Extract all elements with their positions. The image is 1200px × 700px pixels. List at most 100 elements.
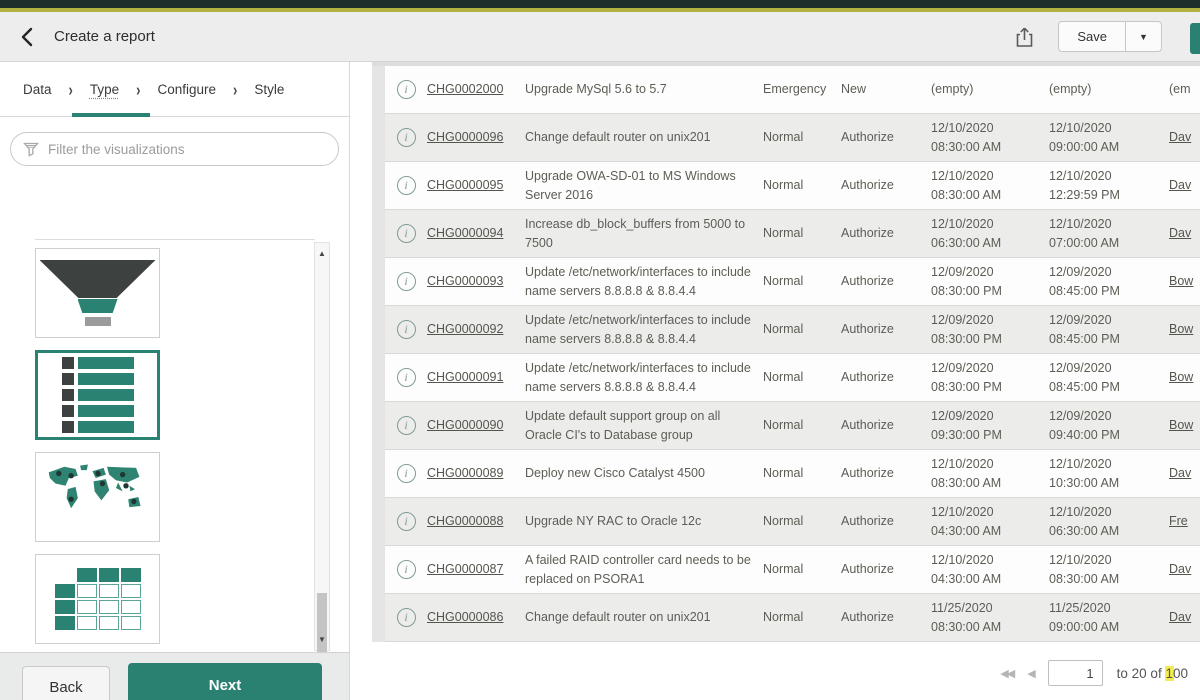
assigned-to-link[interactable]: Dav (1169, 562, 1191, 576)
state: Authorize (841, 508, 931, 534)
clipped-edge-button[interactable] (1190, 23, 1200, 54)
save-caret-button[interactable]: ▼ (1125, 22, 1161, 51)
planned-end-date: 12/09/2020 09:40:00 PM (1049, 403, 1169, 447)
save-button[interactable]: Save (1059, 22, 1125, 51)
breadcrumb: Data › Type › Configure › Style (0, 62, 349, 117)
viz-type-map[interactable] (35, 452, 160, 542)
info-cell: i (385, 320, 427, 339)
change-number-link[interactable]: CHG0000087 (427, 562, 503, 576)
priority: Emergency (763, 76, 841, 102)
change-number-link[interactable]: CHG0000096 (427, 130, 503, 144)
page-number-input[interactable] (1048, 660, 1103, 686)
change-number-link[interactable]: CHG0000088 (427, 514, 503, 528)
number-cell: CHG0002000 (427, 76, 525, 102)
info-cell: i (385, 80, 427, 99)
breadcrumb-style[interactable]: Style (254, 82, 284, 97)
assigned-to-link[interactable]: Dav (1169, 178, 1191, 192)
assigned-to-cell: Dav (1169, 220, 1200, 246)
list-divider (35, 239, 315, 240)
info-icon[interactable]: i (397, 464, 416, 483)
assigned-to-link[interactable]: Dav (1169, 610, 1191, 624)
viz-type-funnel[interactable] (35, 248, 160, 338)
back-nav-button[interactable] (20, 27, 34, 47)
priority: Normal (763, 220, 841, 246)
filter-visualizations-input[interactable] (48, 142, 326, 157)
short-description: Update /etc/network/interfaces to includ… (525, 355, 763, 399)
info-icon[interactable]: i (397, 368, 416, 387)
assigned-to-link[interactable]: Dav (1169, 130, 1191, 144)
assigned-to-link[interactable]: Bow (1169, 418, 1193, 432)
info-cell: i (385, 176, 427, 195)
scroll-up-icon[interactable]: ▲ (315, 249, 329, 258)
table-row: iCHG0000087A failed RAID controller card… (385, 546, 1200, 594)
records-table-body: iCHG0002000Upgrade MySql 5.6 to 5.7Emerg… (372, 66, 1200, 642)
top-dark-bar (0, 0, 1200, 8)
info-icon[interactable]: i (397, 272, 416, 291)
info-icon[interactable]: i (397, 320, 416, 339)
change-number-link[interactable]: CHG0000092 (427, 322, 503, 336)
number-cell: CHG0000093 (427, 268, 525, 294)
change-number-link[interactable]: CHG0000090 (427, 418, 503, 432)
chevron-right-icon: › (233, 79, 237, 99)
number-cell: CHG0000095 (427, 172, 525, 198)
back-button[interactable]: Back (22, 666, 110, 700)
assigned-to-link[interactable]: Dav (1169, 226, 1191, 240)
assigned-to-link[interactable]: Bow (1169, 322, 1193, 336)
state: Authorize (841, 268, 931, 294)
share-icon (1015, 26, 1034, 48)
info-icon[interactable]: i (397, 128, 416, 147)
change-number-link[interactable]: CHG0000091 (427, 370, 503, 384)
change-number-link[interactable]: CHG0000095 (427, 178, 503, 192)
priority: Normal (763, 316, 841, 342)
assigned-to-cell: Bow (1169, 316, 1200, 342)
info-cell: i (385, 368, 427, 387)
assigned-to-link[interactable]: Bow (1169, 274, 1193, 288)
change-number-link[interactable]: CHG0000086 (427, 610, 503, 624)
breadcrumb-configure[interactable]: Configure (158, 82, 217, 97)
next-button[interactable]: Next (128, 663, 322, 700)
planned-start-date: 12/10/2020 08:30:00 AM (931, 451, 1049, 495)
info-cell: i (385, 464, 427, 483)
assigned-to-cell: (em (1169, 76, 1200, 102)
scroll-down-icon[interactable]: ▼ (315, 635, 329, 644)
breadcrumb-data[interactable]: Data (23, 82, 52, 97)
info-icon[interactable]: i (397, 560, 416, 579)
share-button[interactable] (1015, 26, 1034, 48)
priority: Normal (763, 556, 841, 582)
planned-end-date: 12/10/2020 08:30:00 AM (1049, 547, 1169, 591)
assigned-to-cell: Dav (1169, 172, 1200, 198)
viz-type-table[interactable] (35, 554, 160, 644)
info-cell: i (385, 608, 427, 627)
first-page-icon[interactable]: ◀◀ (1000, 667, 1013, 680)
assigned-to-link[interactable]: Dav (1169, 466, 1191, 480)
previous-page-icon[interactable]: ◀ (1027, 667, 1033, 680)
scrollbar-thumb[interactable] (317, 593, 327, 655)
assigned-to-cell: Dav (1169, 604, 1200, 630)
number-cell: CHG0000087 (427, 556, 525, 582)
short-description: Increase db_block_buffers from 5000 to 7… (525, 211, 763, 255)
info-icon[interactable]: i (397, 224, 416, 243)
change-number-link[interactable]: CHG0000089 (427, 466, 503, 480)
viz-type-list[interactable] (35, 350, 160, 440)
info-icon[interactable]: i (397, 512, 416, 531)
assigned-to-link[interactable]: Bow (1169, 370, 1193, 384)
info-icon[interactable]: i (397, 416, 416, 435)
change-number-link[interactable]: CHG0000093 (427, 274, 503, 288)
info-icon[interactable]: i (397, 80, 416, 99)
number-cell: CHG0000086 (427, 604, 525, 630)
change-number-link[interactable]: CHG0000094 (427, 226, 503, 240)
caret-down-icon: ▼ (1139, 32, 1148, 42)
info-icon[interactable]: i (397, 608, 416, 627)
planned-start-date: 12/10/2020 04:30:00 AM (931, 499, 1049, 543)
pivot-table-icon (55, 568, 141, 630)
info-icon[interactable]: i (397, 176, 416, 195)
table-row: iCHG0000095Upgrade OWA-SD-01 to MS Windo… (385, 162, 1200, 210)
table-row: iCHG0000093Update /etc/network/interface… (385, 258, 1200, 306)
planned-start-date: 12/09/2020 08:30:00 PM (931, 355, 1049, 399)
chevron-right-icon: › (136, 79, 140, 99)
planned-end-date: 12/10/2020 06:30:00 AM (1049, 499, 1169, 543)
breadcrumb-type[interactable]: Type (90, 82, 119, 97)
change-number-link[interactable]: CHG0002000 (427, 82, 503, 96)
assigned-to-link[interactable]: Fre (1169, 514, 1188, 528)
state: Authorize (841, 316, 931, 342)
